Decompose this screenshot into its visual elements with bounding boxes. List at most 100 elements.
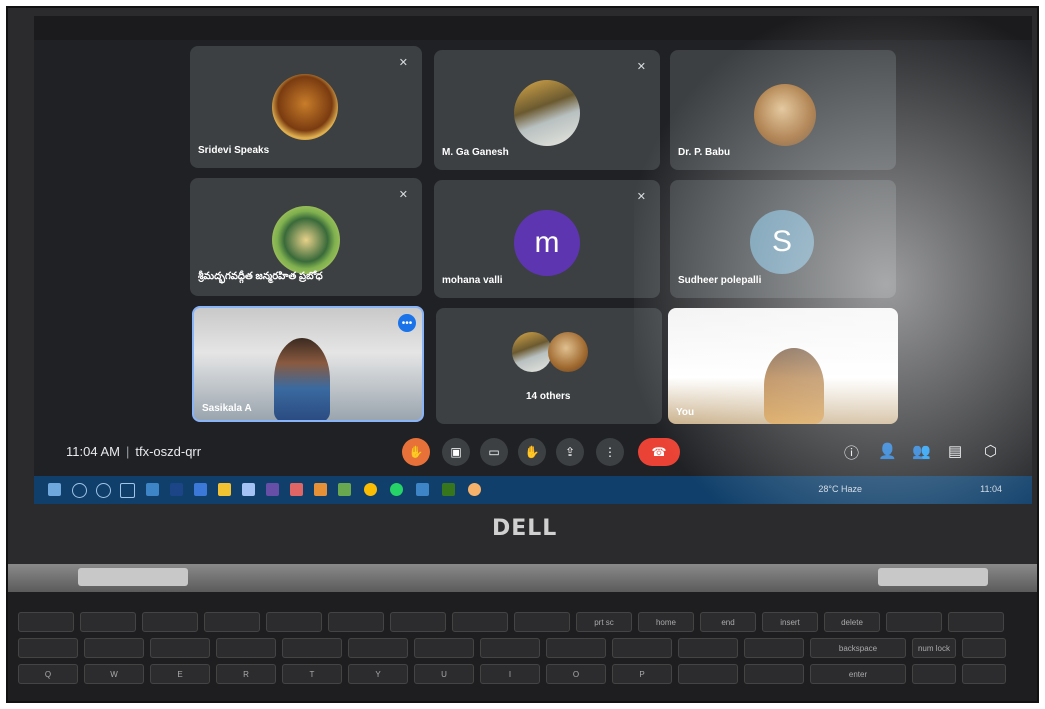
key	[612, 638, 672, 658]
key	[142, 612, 198, 632]
windows-taskbar: 28°C Haze 11:04	[34, 476, 1032, 504]
app-icon[interactable]	[468, 483, 481, 496]
more-options-icon[interactable]: •••	[398, 314, 416, 332]
key-end: end	[700, 612, 756, 632]
laptop-bezel: ✕ Sridevi Speaks ✕ M. Ga Ganesh Dr. P. B…	[8, 8, 1037, 568]
key-backspace: backspace	[810, 638, 906, 658]
avatar	[512, 332, 552, 372]
avatar: S	[750, 210, 814, 274]
key	[678, 664, 738, 684]
key	[80, 612, 136, 632]
more-options-button[interactable]: ⋮	[596, 438, 624, 466]
participants-icon[interactable]: 👥	[912, 442, 931, 460]
meeting-code: tfx-oszd-qrr	[135, 444, 202, 459]
start-icon[interactable]	[48, 483, 61, 496]
avatar	[754, 84, 816, 146]
mic-off-icon: ✕	[636, 191, 646, 203]
weather-status[interactable]: 28°C Haze	[818, 484, 862, 494]
key	[266, 612, 322, 632]
avatar	[272, 74, 338, 140]
participant-name: Sudheer polepalli	[678, 275, 762, 286]
task-view-icon[interactable]	[120, 483, 135, 498]
laptop-screen: ✕ Sridevi Speaks ✕ M. Ga Ganesh Dr. P. B…	[34, 16, 1032, 504]
cortana-icon[interactable]	[96, 483, 111, 498]
key-delete: delete	[824, 612, 880, 632]
chrome-icon[interactable]	[364, 483, 377, 496]
key-insert: insert	[762, 612, 818, 632]
key-t: T	[282, 664, 342, 684]
participant-tile[interactable]: ✕ శ్రీమద్భగవద్గీత జన్మరహిత ప్రబోధ	[190, 178, 422, 296]
key-prtsc: prt sc	[576, 612, 632, 632]
app-icon[interactable]	[338, 483, 351, 496]
chat-icon[interactable]: ▤	[948, 442, 962, 460]
info-icon[interactable]: ⓘ	[844, 442, 859, 463]
key-q: Q	[18, 664, 78, 684]
key	[216, 638, 276, 658]
participant-tile[interactable]: ✕ M. Ga Ganesh	[434, 50, 660, 170]
key-o: O	[546, 664, 606, 684]
key-r: R	[216, 664, 276, 684]
key	[150, 638, 210, 658]
key	[948, 612, 1004, 632]
key	[546, 638, 606, 658]
others-count: 14 others	[526, 391, 571, 402]
participant-tile[interactable]: Dr. P. Babu	[670, 50, 896, 170]
key	[744, 664, 804, 684]
activities-icon[interactable]: ⬡	[984, 442, 997, 460]
app-icon[interactable]	[266, 483, 279, 496]
key-enter: enter	[810, 664, 906, 684]
participant-name: mohana valli	[442, 275, 503, 286]
photo-frame: ✕ Sridevi Speaks ✕ M. Ga Ganesh Dr. P. B…	[6, 6, 1039, 703]
key	[886, 612, 942, 632]
app-icon[interactable]	[170, 483, 183, 496]
participant-name: Sasikala A	[202, 403, 252, 414]
key	[744, 638, 804, 658]
avatar	[514, 80, 580, 146]
participant-name: M. Ga Ganesh	[442, 147, 509, 158]
folder-icon[interactable]	[218, 483, 231, 496]
taskbar-clock[interactable]: 11:04	[980, 484, 1002, 494]
key	[84, 638, 144, 658]
captions-button[interactable]: ▭	[480, 438, 508, 466]
mic-off-icon: ✕	[636, 61, 646, 73]
app-icon[interactable]	[290, 483, 303, 496]
participant-name: Sridevi Speaks	[198, 145, 270, 156]
camera-button[interactable]: ▣	[442, 438, 470, 466]
key	[962, 638, 1006, 658]
key	[18, 638, 78, 658]
avatar	[272, 206, 340, 274]
key-i: I	[480, 664, 540, 684]
browser-top-bar	[34, 16, 1032, 40]
key	[452, 612, 508, 632]
app-icon[interactable]	[194, 483, 207, 496]
leave-call-button[interactable]: ☎	[638, 438, 680, 466]
hinge-tab	[878, 568, 988, 586]
people-icon[interactable]: 👤	[878, 442, 897, 460]
meeting-controls: 11:04 AM | tfx-oszd-qrr ✋ ▣ ▭ ✋ ⇪ ⋮ ☎ ⓘ 👤 …	[34, 434, 1032, 474]
avatar	[548, 332, 588, 372]
participant-tile[interactable]: ✕ Sridevi Speaks	[190, 46, 422, 168]
whatsapp-icon[interactable]	[390, 483, 403, 496]
raise-hand-active-button[interactable]: ✋	[402, 438, 430, 466]
participant-tile[interactable]: m ✕ mohana valli	[434, 180, 660, 298]
key	[480, 638, 540, 658]
participant-tile[interactable]: 14 others	[436, 308, 662, 424]
app-icon[interactable]	[314, 483, 327, 496]
dell-logo: DELL	[492, 516, 558, 541]
raise-hand-button[interactable]: ✋	[518, 438, 546, 466]
search-icon[interactable]	[72, 483, 87, 498]
app-icon[interactable]	[146, 483, 159, 496]
participant-tile[interactable]: S Sudheer polepalli	[670, 180, 896, 298]
key-e: E	[150, 664, 210, 684]
excel-icon[interactable]	[442, 483, 455, 496]
app-icon[interactable]	[416, 483, 429, 496]
key-numlock: num lock	[912, 638, 956, 658]
app-icon[interactable]	[242, 483, 255, 496]
key	[328, 612, 384, 632]
key	[678, 638, 738, 658]
participant-video-tile[interactable]: ••• Sasikala A	[192, 306, 424, 422]
key-u: U	[414, 664, 474, 684]
self-video-tile: You	[668, 308, 898, 424]
present-button[interactable]: ⇪	[556, 438, 584, 466]
key	[912, 664, 956, 684]
